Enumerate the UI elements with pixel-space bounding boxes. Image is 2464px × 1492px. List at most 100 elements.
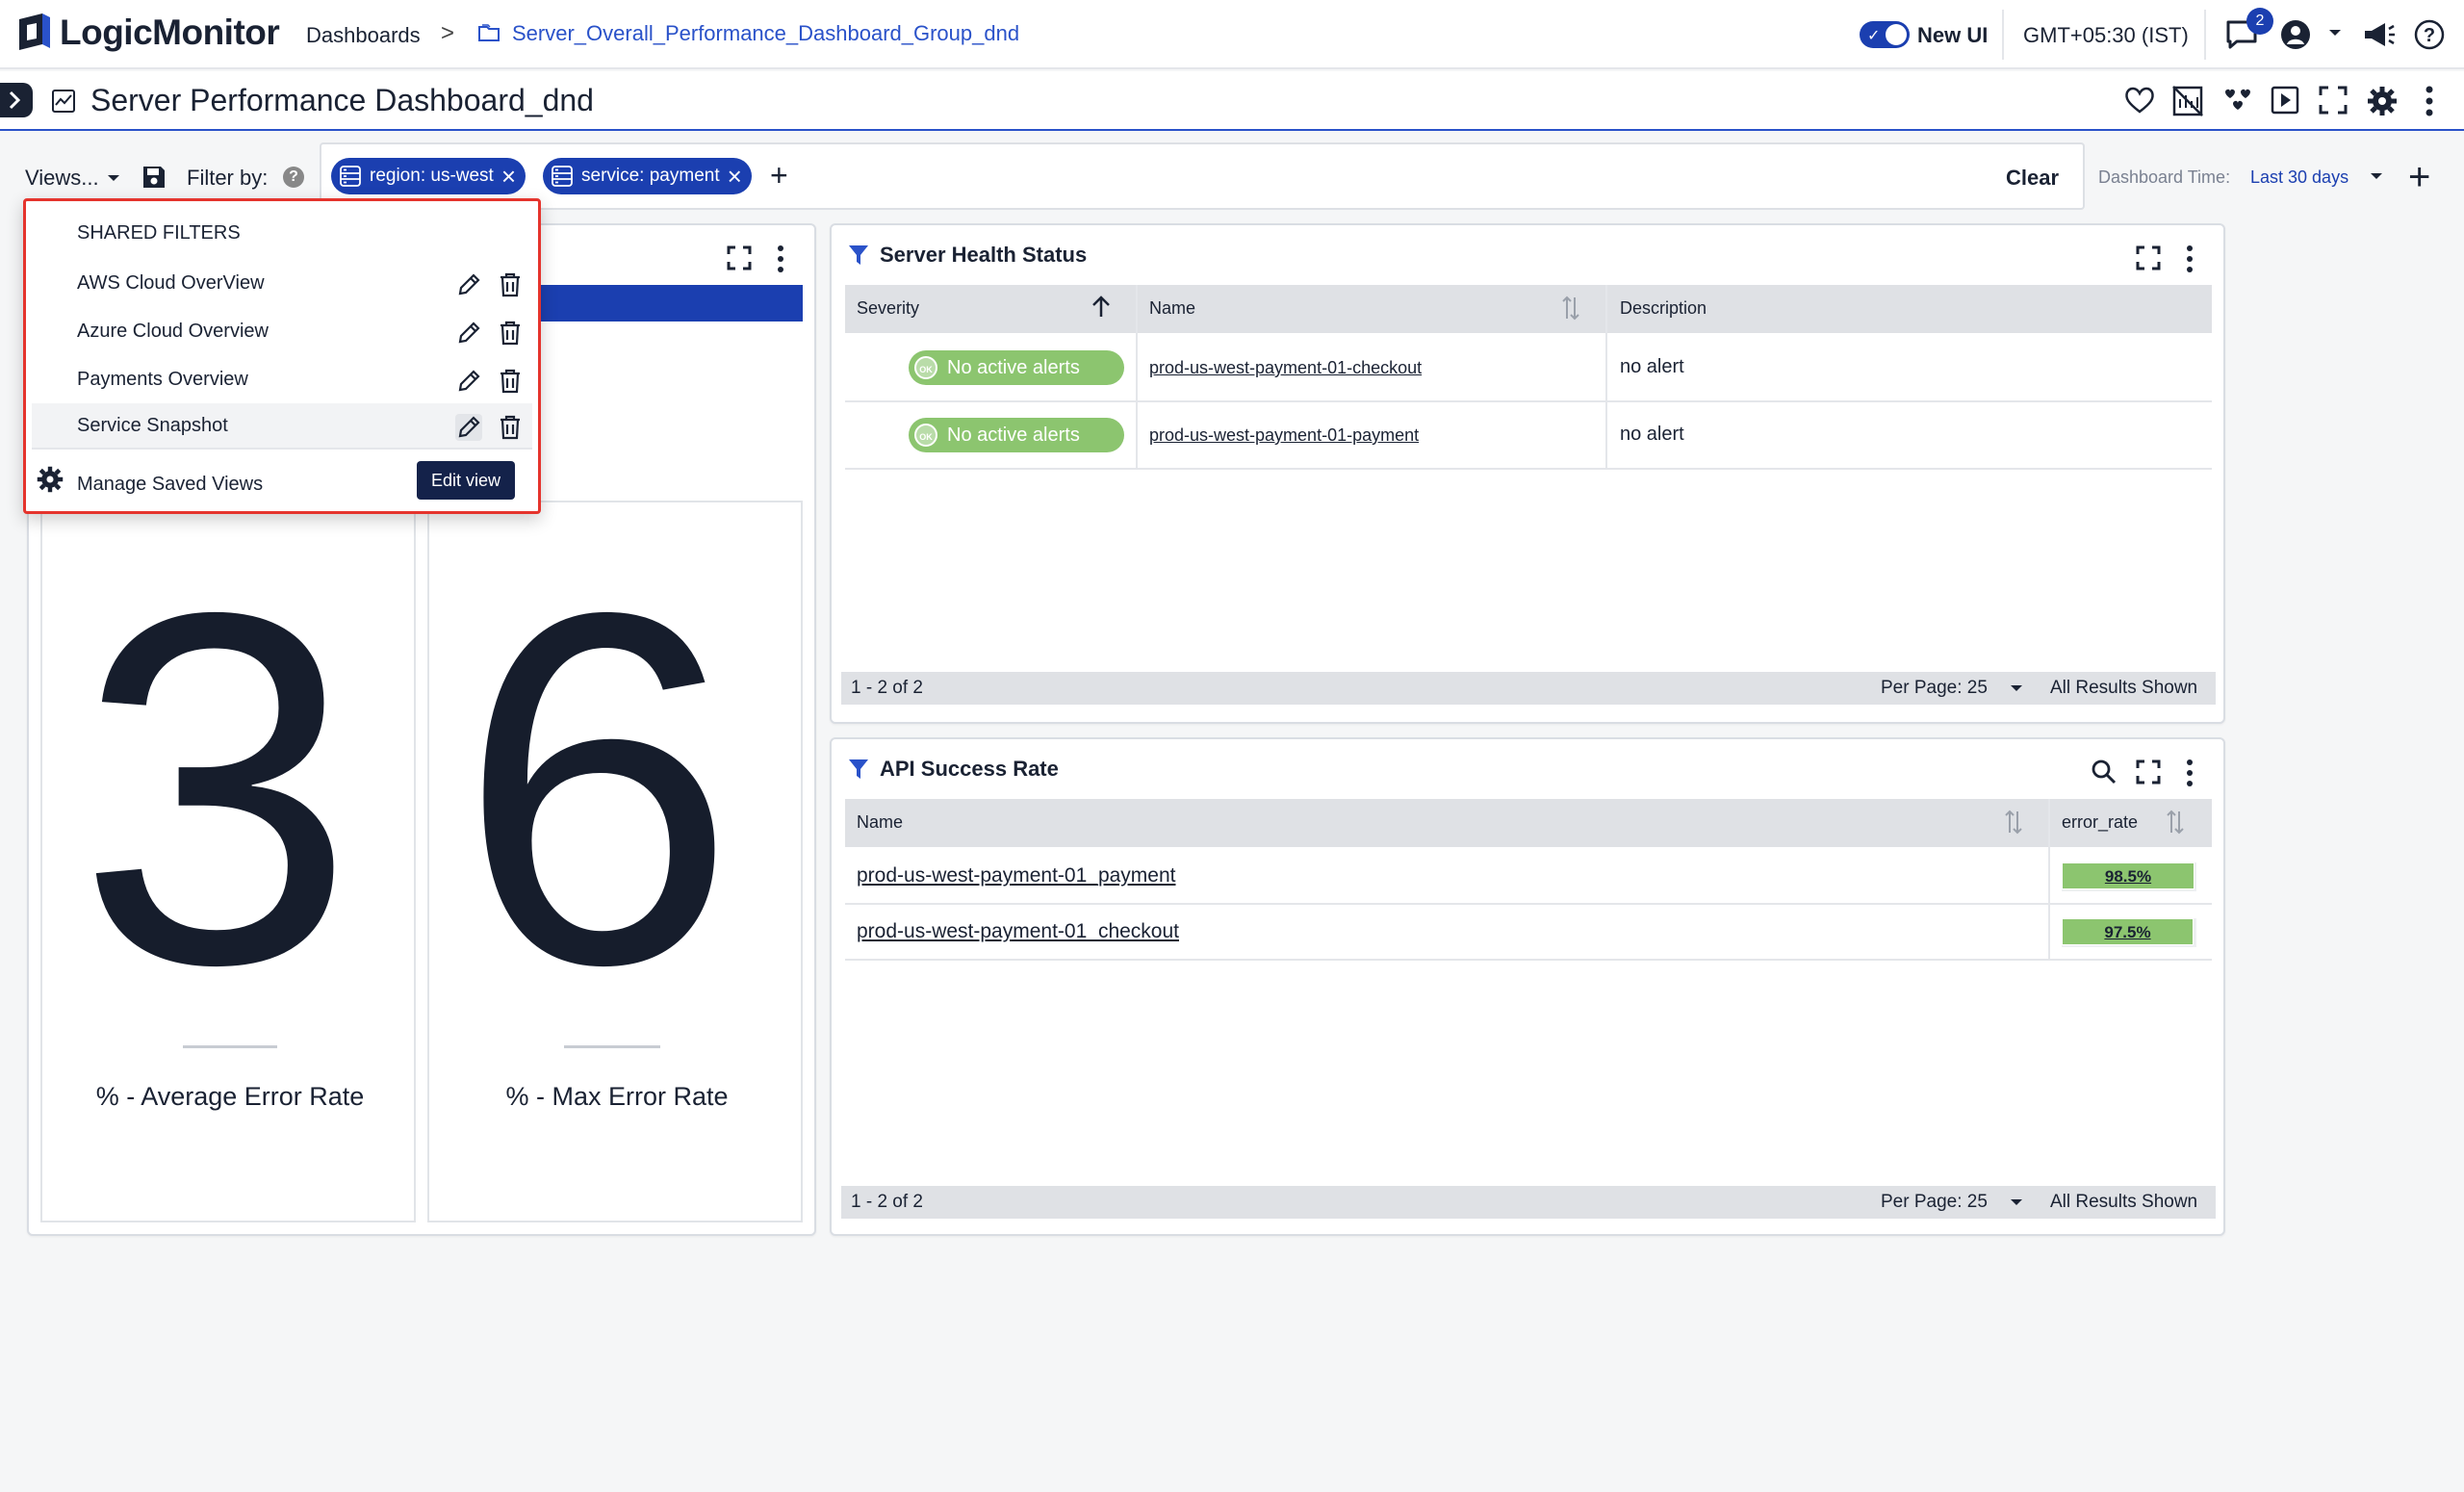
- filter-icon: [849, 245, 868, 265]
- sidebar-expand-button[interactable]: [0, 83, 33, 117]
- breadcrumb-group[interactable]: Server_Overall_Performance_Dashboard_Gro…: [477, 21, 1019, 46]
- megaphone-icon[interactable]: [2362, 19, 2397, 50]
- help-icon[interactable]: ?: [2414, 19, 2445, 50]
- filter-chip[interactable]: region: us-west ×: [331, 158, 526, 194]
- new-ui-toggle[interactable]: ✓: [1860, 21, 1910, 48]
- chevron-down-icon[interactable]: [2370, 171, 2383, 181]
- hearts-icon[interactable]: [2221, 85, 2254, 116]
- progress-track: 98.5%: [2062, 862, 2196, 891]
- more-icon[interactable]: [2183, 244, 2196, 273]
- big-number-label: % - Average Error Rate: [95, 1082, 365, 1111]
- per-page-select[interactable]: Per Page: 25: [1881, 678, 1988, 699]
- filter-by-label: Filter by:: [187, 166, 269, 190]
- sort-icon[interactable]: [2164, 809, 2187, 836]
- add-filter-button[interactable]: +: [770, 158, 788, 193]
- column-header-name[interactable]: Name: [1149, 298, 1195, 319]
- gear-icon[interactable]: [2366, 85, 2399, 117]
- error-rate-bar[interactable]: 98.5%: [2062, 862, 2194, 889]
- pencil-icon[interactable]: [455, 414, 482, 441]
- save-icon[interactable]: [141, 164, 167, 191]
- saved-view-label: Payments Overview: [77, 369, 248, 390]
- fullscreen-icon[interactable]: [2318, 85, 2348, 116]
- menu-section-header: SHARED FILTERS: [77, 222, 241, 244]
- progress-track: 97.5%: [2062, 918, 2196, 947]
- svg-text:?: ?: [2424, 25, 2435, 46]
- more-icon[interactable]: [2183, 759, 2196, 787]
- table-footer: 1 - 2 of 2 Per Page: 25 All Results Show…: [841, 1186, 2216, 1219]
- trash-icon[interactable]: [498, 414, 523, 441]
- chevron-down-icon[interactable]: [2010, 683, 2023, 693]
- pagination-range: 1 - 2 of 2: [851, 678, 923, 698]
- heart-icon[interactable]: [2123, 85, 2156, 116]
- status-badge: OK No active alerts: [909, 350, 1124, 385]
- saved-view-label: AWS Cloud OverView: [77, 272, 265, 294]
- breadcrumb-dashboards[interactable]: Dashboards: [306, 23, 421, 48]
- row-divider: [845, 959, 2212, 961]
- no-chart-icon[interactable]: [2171, 85, 2204, 117]
- chevron-down-icon: [107, 175, 119, 181]
- saved-view-item[interactable]: AWS Cloud OverView: [32, 261, 532, 307]
- sort-ascending-icon[interactable]: [1090, 295, 1113, 320]
- fullscreen-icon[interactable]: [2135, 244, 2162, 271]
- manage-saved-views-link[interactable]: Manage Saved Views: [77, 474, 263, 496]
- fullscreen-icon[interactable]: [726, 244, 753, 271]
- dashboard-icon: [50, 88, 77, 115]
- selected-row-highlight: [541, 285, 803, 322]
- table-row-link[interactable]: prod-us-west-payment-01-payment: [1149, 425, 1419, 446]
- ok-icon: OK: [914, 424, 937, 447]
- trash-icon[interactable]: [498, 320, 523, 347]
- add-widget-button[interactable]: +: [2408, 156, 2430, 199]
- help-icon[interactable]: ?: [283, 167, 304, 188]
- saved-view-item[interactable]: Service Snapshot: [32, 403, 532, 450]
- chevron-down-icon[interactable]: [2010, 1197, 2023, 1207]
- saved-view-item[interactable]: Payments Overview: [32, 357, 532, 403]
- chevron-down-icon[interactable]: [2327, 27, 2343, 39]
- gear-icon: [36, 465, 64, 494]
- widget-title: API Success Rate: [847, 757, 1059, 782]
- table-row-link[interactable]: prod-us-west-payment-01_checkout: [857, 920, 1179, 943]
- column-header-description[interactable]: Description: [1620, 298, 1707, 319]
- close-icon[interactable]: ×: [501, 164, 516, 189]
- logo[interactable]: LogicMonitor: [13, 12, 280, 54]
- pencil-icon[interactable]: [455, 368, 482, 395]
- divider: [32, 448, 532, 450]
- trash-icon[interactable]: [498, 368, 523, 395]
- column-header-error-rate[interactable]: error_rate: [2062, 812, 2138, 833]
- close-icon[interactable]: ×: [728, 164, 742, 189]
- column-header-name[interactable]: Name: [857, 812, 903, 833]
- server-icon: [552, 166, 573, 187]
- pencil-icon[interactable]: [455, 271, 482, 298]
- account-icon[interactable]: [2279, 18, 2312, 51]
- error-rate-bar[interactable]: 97.5%: [2062, 918, 2194, 945]
- pagination-range: 1 - 2 of 2: [851, 1192, 923, 1212]
- timezone-label[interactable]: GMT+05:30 (IST): [2023, 23, 2189, 48]
- edit-view-button[interactable]: Edit view: [417, 461, 515, 500]
- table-header: [845, 285, 2212, 333]
- per-page-select[interactable]: Per Page: 25: [1881, 1192, 1988, 1213]
- column-header-severity[interactable]: Severity: [857, 298, 919, 319]
- status-badge: OK No active alerts: [909, 418, 1124, 452]
- fullscreen-icon[interactable]: [2135, 759, 2162, 785]
- views-label: Views...: [25, 166, 99, 190]
- play-icon[interactable]: [2270, 85, 2300, 116]
- dashboard-time-select[interactable]: Last 30 days: [2250, 167, 2348, 188]
- new-ui-label: New UI: [1917, 23, 1989, 47]
- more-icon[interactable]: [774, 244, 787, 273]
- search-icon[interactable]: [2091, 759, 2118, 785]
- sort-icon[interactable]: [2002, 809, 2025, 836]
- big-number-value: 6: [458, 509, 737, 1068]
- more-icon[interactable]: [2420, 85, 2439, 117]
- sort-icon[interactable]: [1559, 295, 1582, 322]
- widget-title-text: API Success Rate: [880, 757, 1059, 781]
- views-dropdown[interactable]: Views...: [25, 166, 120, 191]
- status-badge-label: No active alerts: [947, 424, 1080, 446]
- clear-button[interactable]: Clear: [2006, 166, 2059, 191]
- pencil-icon[interactable]: [455, 320, 482, 347]
- trash-icon[interactable]: [498, 271, 523, 298]
- saved-view-item[interactable]: Azure Cloud Overview: [32, 309, 532, 355]
- saved-view-label: Azure Cloud Overview: [77, 321, 269, 342]
- filter-chip[interactable]: service: payment ×: [543, 158, 752, 194]
- table-row-link[interactable]: prod-us-west-payment-01_payment: [857, 864, 1176, 887]
- table-row-link[interactable]: prod-us-west-payment-01-checkout: [1149, 358, 1422, 378]
- check-icon: ✓: [1867, 28, 1881, 44]
